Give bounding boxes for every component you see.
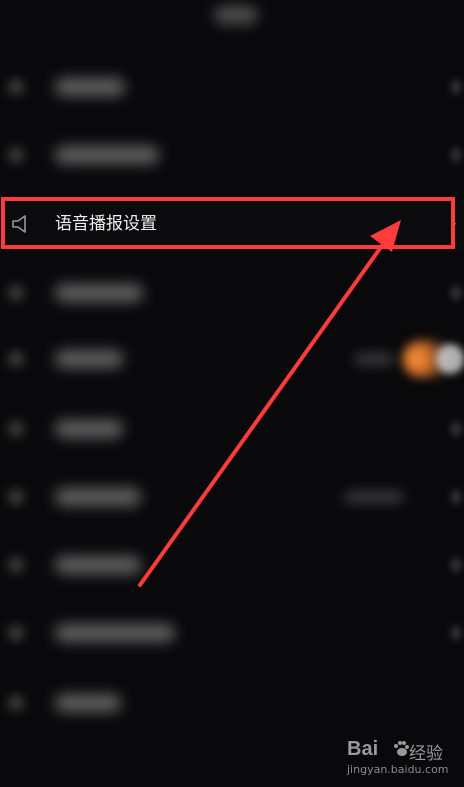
watermark-brand: Bai (347, 738, 379, 760)
paw-icon (394, 741, 409, 756)
watermark-brand-suffix: 经验 (409, 744, 443, 764)
baidu-jingyan-watermark: Bai 经验 jingyan.baidu.com (345, 738, 460, 782)
watermark-url: jingyan.baidu.com (347, 763, 449, 776)
annotation-arrow (138, 220, 401, 587)
